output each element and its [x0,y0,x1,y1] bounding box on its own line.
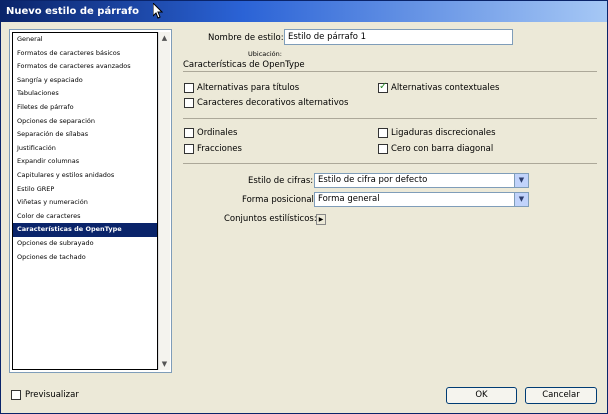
swash-checkbox[interactable] [184,98,194,108]
checkmark-icon: ✓ [379,81,388,92]
location-label: Ubicación: [248,50,282,58]
discretionary-ligatures-checkbox[interactable] [378,128,388,138]
sidebar-item[interactable]: Opciones de separación [13,115,157,129]
preview-checkbox[interactable] [11,390,21,400]
style-name-input[interactable]: Estilo de párrafo 1 [284,29,513,45]
category-list-items: General Formatos de caracteres básicos For… [12,32,158,370]
chevron-down-icon[interactable]: ▼ [514,174,528,187]
sidebar-item[interactable]: Formatos de caracteres avanzados [13,60,157,74]
category-scrollbar[interactable]: ▲ ▼ [158,32,170,370]
discretionary-ligatures-label: Ligaduras discrecionales [391,128,496,138]
sidebar-item[interactable]: Tabulaciones [13,87,157,101]
figure-style-value: Estilo de cifra por defecto [318,175,428,185]
titling-alternates-checkbox[interactable] [184,83,194,93]
sidebar-item[interactable]: Color de caracteres [13,210,157,224]
scroll-down-icon[interactable]: ▼ [159,358,170,370]
slashed-zero-label: Cero con barra diagonal [391,144,494,154]
figure-style-select[interactable]: Estilo de cifra por defecto ▼ [314,173,529,188]
ok-button[interactable]: OK [446,387,517,404]
sidebar-item[interactable]: Formatos de caracteres básicos [13,47,157,61]
positional-form-label: Forma posicional: [242,195,317,205]
chevron-down-icon[interactable]: ▼ [514,193,528,206]
title-bar: Nuevo estilo de párrafo [1,1,607,22]
ordinals-checkbox[interactable] [184,128,194,138]
sidebar-item[interactable]: Sangría y espaciado [13,74,157,88]
sidebar-item[interactable]: Características de OpenType [13,223,157,237]
contextual-alternates-label: Alternativas contextuales [391,83,500,93]
positional-form-value: Forma general [318,194,380,204]
stylistic-sets-label: Conjuntos estilísticos: [224,214,317,224]
sidebar-item[interactable]: Capitulares y estilos anidados [13,169,157,183]
mouse-cursor-icon [153,3,163,19]
slashed-zero-checkbox[interactable] [378,144,388,154]
category-list[interactable]: General Formatos de caracteres básicos For… [9,29,172,373]
section-title: Características de OpenType [183,60,305,70]
cancel-button[interactable]: Cancelar [525,387,597,404]
swash-label: Caracteres decorativos alternativos [197,98,349,108]
fractions-checkbox[interactable] [184,144,194,154]
dialog-window: Nuevo estilo de párrafo General Formatos … [0,0,608,414]
divider-2 [183,163,597,164]
divider-1 [183,118,597,119]
titling-alternates-label: Alternativas para títulos [197,83,300,93]
contextual-alternates-checkbox[interactable]: ✓ [378,81,388,93]
play-triangle-icon: ▶ [318,216,324,223]
window-title: Nuevo estilo de párrafo [6,6,140,17]
sidebar-item[interactable]: Justificación [13,142,157,156]
sidebar-item[interactable]: Separación de sílabas [13,128,157,142]
figure-style-label: Estilo de cifras: [248,176,314,186]
sidebar-item[interactable]: Expandir columnas [13,155,157,169]
fractions-label: Fracciones [197,144,242,154]
section-divider [183,71,597,72]
sidebar-item[interactable]: General [13,33,157,47]
stylistic-sets-menu-button[interactable]: ▶ [316,214,326,225]
sidebar-item[interactable]: Estilo GREP [13,183,157,197]
style-name-label: Nombre de estilo: [208,33,284,43]
sidebar-item[interactable]: Viñetas y numeración [13,196,157,210]
preview-label: Previsualizar [25,390,79,400]
sidebar-item[interactable]: Opciones de tachado [13,251,157,265]
sidebar-item[interactable]: Opciones de subrayado [13,237,157,251]
positional-form-select[interactable]: Forma general ▼ [314,192,529,207]
sidebar-item[interactable]: Filetes de párrafo [13,101,157,115]
ordinals-label: Ordinales [197,128,238,138]
scroll-up-icon[interactable]: ▲ [159,32,170,44]
